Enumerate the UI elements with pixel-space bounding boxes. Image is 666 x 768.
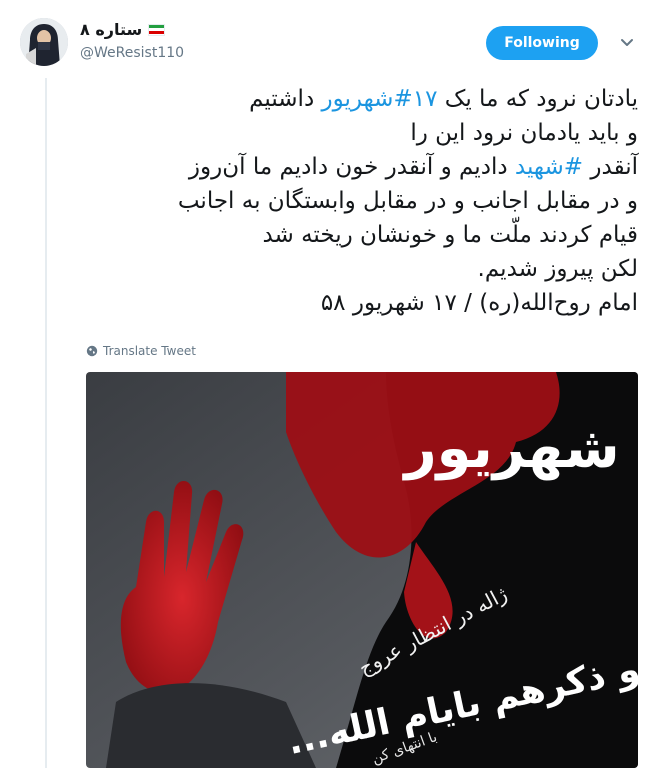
tweet-line-1: یادتان نرود که ما یک ۱۷#شهریور داشتیم xyxy=(90,82,638,116)
avatar-image xyxy=(20,18,68,66)
chevron-down-icon[interactable] xyxy=(618,34,636,52)
poster-image: ۱۷ شهریور ژاله در انتظار عروج و ذکرهم با… xyxy=(86,372,638,768)
tweet-text-segment: دادیم و آنقدر خون دادیم ما آن‌روز xyxy=(188,154,515,180)
hashtag-link[interactable]: #شهید xyxy=(515,154,583,180)
tweet-line-2: و باید یادمان نرود این را xyxy=(410,120,638,146)
thread-line xyxy=(45,78,47,768)
tweet-text: یادتان نرود که ما یک ۱۷#شهریور داشتیم و … xyxy=(90,82,638,320)
hashtag-link[interactable]: ۱۷#شهریور xyxy=(322,86,438,112)
tweet-line-7: امام روح‌الله(ره) / ۱۷ شهریور ۵۸ xyxy=(320,290,638,316)
tweet-line-3: آنقدر #شهید دادیم و آنقدر خون دادیم ما آ… xyxy=(90,150,638,184)
following-button[interactable]: Following xyxy=(486,26,598,60)
tweet-text-segment: آنقدر xyxy=(583,154,638,180)
display-name[interactable]: ستاره ۸ xyxy=(80,20,142,39)
tweet-image[interactable]: ۱۷ شهریور ژاله در انتظار عروج و ذکرهم با… xyxy=(86,372,638,768)
tweet-line-6: لکن پیروز شدیم. xyxy=(477,256,638,282)
tweet-line-4: و در مقابل اجانب و در مقابل وابستگان به … xyxy=(177,188,638,214)
tweet-text-segment: داشتیم xyxy=(249,86,322,112)
tweet-text-segment: یادتان نرود که ما یک xyxy=(437,86,638,112)
translate-tweet-link[interactable]: Translate Tweet xyxy=(86,344,196,358)
iran-flag-icon xyxy=(148,23,166,36)
globe-icon xyxy=(86,345,98,357)
avatar[interactable] xyxy=(20,18,68,66)
user-handle[interactable]: @WeResist110 xyxy=(80,45,184,61)
poster-headline: ۱۷ شهریور xyxy=(401,416,638,481)
tweet-line-5: قیام کردند ملّت ما و خونشان ریخته شد xyxy=(262,222,638,248)
translate-label: Translate Tweet xyxy=(103,344,196,358)
